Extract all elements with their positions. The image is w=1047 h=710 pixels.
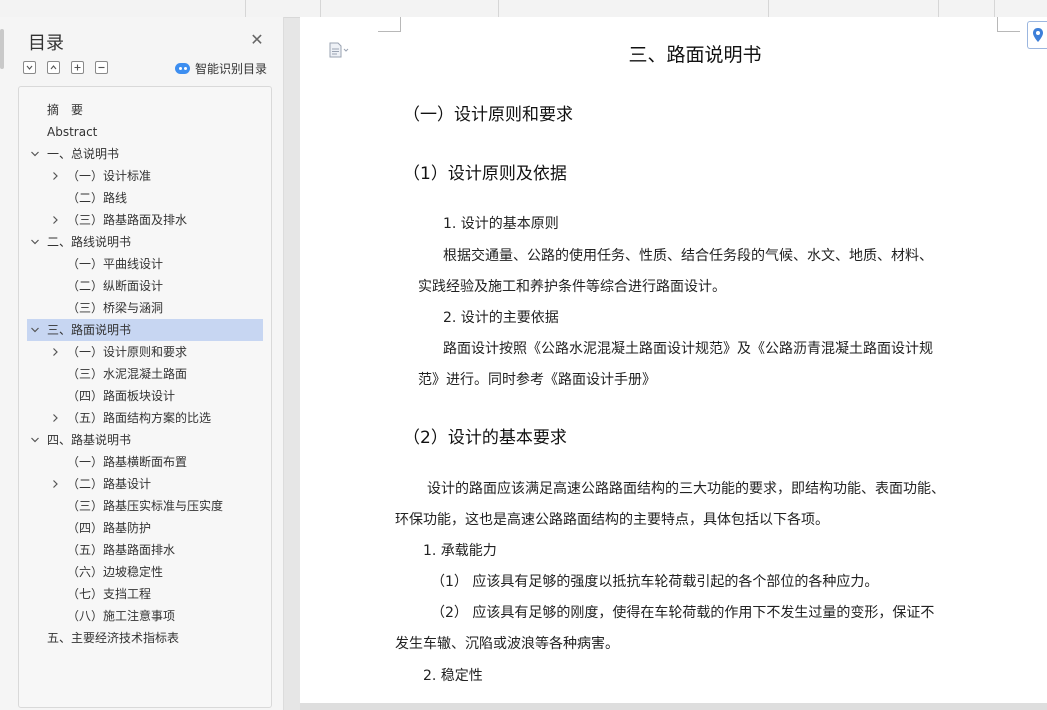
toc-item[interactable]: （四）路基防护 <box>27 517 263 539</box>
toc-item[interactable]: （一）平曲线设计 <box>27 253 263 275</box>
toc-item-label: 一、总说明书 <box>47 147 120 161</box>
toc-item-label: （一）设计标准 <box>67 169 152 183</box>
toc-item[interactable]: （三）路基压实标准与压实度 <box>27 495 263 517</box>
expand-up-icon[interactable] <box>47 61 60 74</box>
toc-item[interactable]: 五、主要经济技术指标表 <box>27 627 263 649</box>
smart-toc-button[interactable]: 智能识别目录 <box>175 60 267 76</box>
toc-item-label: Abstract <box>47 125 98 139</box>
chevron-down-icon[interactable] <box>30 319 40 341</box>
toc-item[interactable]: （一）设计标准 <box>27 165 263 187</box>
toc-item[interactable]: 三、路面说明书 <box>27 319 263 341</box>
toc-item[interactable]: 一、总说明书 <box>27 143 263 165</box>
paragraph-line: 2. 稳定性 <box>423 668 483 684</box>
toc-item-label: （三）路基路面及排水 <box>67 213 188 227</box>
toc-item[interactable]: （五）路基路面排水 <box>27 539 263 561</box>
toc-item-label: （二）纵断面设计 <box>67 279 164 293</box>
toc-item-label: （三）桥梁与涵洞 <box>67 301 164 315</box>
chevron-right-icon[interactable] <box>50 165 60 187</box>
toc-item-label: （七）支挡工程 <box>67 587 152 601</box>
paragraph-line: （1） 应该具有足够的强度以抵抗车轮荷载引起的各个部位的各种应力。 <box>431 574 879 590</box>
paragraph-line: 实践经验及施工和养护条件等综合进行路面设计。 <box>418 279 726 295</box>
toc-item[interactable]: （六）边坡稳定性 <box>27 561 263 583</box>
top-toolbar-strip <box>0 0 1047 18</box>
close-icon[interactable]: ✕ <box>248 31 266 49</box>
toc-item[interactable]: 摘 要 <box>27 99 263 121</box>
chevron-right-icon[interactable] <box>50 341 60 363</box>
toc-item[interactable]: （一）设计原则和要求 <box>27 341 263 363</box>
toc-pane: 目录 ✕ 智能识别目录 摘 要 Abstract 一、总说明书 （一）设计标准 （二）路… <box>0 17 284 710</box>
toc-item[interactable]: （三）桥梁与涵洞 <box>27 297 263 319</box>
toc-item-label: （三）水泥混凝土路面 <box>67 367 188 381</box>
chevron-down-icon[interactable] <box>30 231 40 253</box>
toc-item-label: （五）路基路面排水 <box>67 543 176 557</box>
paragraph-line: 2. 设计的主要依据 <box>443 310 559 326</box>
toc-item-label: 三、路面说明书 <box>47 323 132 337</box>
toc-item-label: 二、路线说明书 <box>47 235 132 249</box>
page-corner-mark <box>997 17 1020 32</box>
toc-item-label: 摘 要 <box>47 103 84 117</box>
document-page[interactable]: 三、路面说明书 （一）设计原则和要求 （1）设计原则及依据 1. 设计的基本原则根据交… <box>300 17 1047 710</box>
toc-item[interactable]: （五）路面结构方案的比选 <box>27 407 263 429</box>
collapse-all-icon[interactable] <box>23 61 36 74</box>
toc-item-label: 五、主要经济技术指标表 <box>47 631 180 645</box>
toc-list: 摘 要 Abstract 一、总说明书 （一）设计标准 （二）路线 （三）路基路面及排水二… <box>18 86 272 708</box>
toc-item[interactable]: （二）路基设计 <box>27 473 263 495</box>
paragraph-line: 根据交通量、公路的使用任务、性质、结合任务段的气候、水文、地质、材料、 <box>443 248 933 264</box>
chevron-right-icon[interactable] <box>50 209 60 231</box>
heading: （2）设计的基本要求 <box>403 428 567 448</box>
paragraph-line: 范》进行。同时参考《路面设计手册》 <box>418 372 656 388</box>
horizontal-scrollbar[interactable] <box>300 703 1047 710</box>
paragraph-line: 发生车辙、沉陷或波浪等各种病害。 <box>395 636 619 652</box>
toc-title: 目录 <box>28 33 64 54</box>
heading: （一）设计原则和要求 <box>403 105 573 125</box>
toc-item[interactable]: （八）施工注意事项 <box>27 605 263 627</box>
heading: 三、路面说明书 <box>628 44 762 66</box>
toc-item[interactable]: （四）路面板块设计 <box>27 385 263 407</box>
paragraph-line: 设计的路面应该满足高速公路路面结构的三大功能的要求，即结构功能、表面功能、 <box>427 481 945 497</box>
toc-item-label: （三）路基压实标准与压实度 <box>67 499 224 513</box>
toc-item-label: （八）施工注意事项 <box>67 609 176 623</box>
chevron-right-icon[interactable] <box>50 473 60 495</box>
paragraph-line: （2） 应该具有足够的刚度，使得在车轮荷载的作用下不发生过量的变形，保证不 <box>431 605 935 621</box>
toc-item-label: （二）路基设计 <box>67 477 152 491</box>
ai-robot-icon <box>175 62 190 74</box>
toc-item[interactable]: （三）路基路面及排水 <box>27 209 263 231</box>
paragraph-line: 路面设计按照《公路水泥混凝土路面设计规范》及《公路沥青混凝土路面设计规 <box>443 341 933 357</box>
toc-item[interactable]: Abstract <box>27 121 263 143</box>
heading: （1）设计原则及依据 <box>403 164 567 184</box>
toc-item-label: （一）设计原则和要求 <box>67 345 188 359</box>
smart-toc-label: 智能识别目录 <box>195 61 268 76</box>
chevron-down-icon[interactable] <box>30 429 40 451</box>
document-area: 三、路面说明书 （一）设计原则和要求 （1）设计原则及依据 1. 设计的基本原则根据交… <box>300 17 1047 710</box>
toc-item-label: （四）路基防护 <box>67 521 152 535</box>
toc-item[interactable]: 二、路线说明书 <box>27 231 263 253</box>
toc-item[interactable]: （三）水泥混凝土路面 <box>27 363 263 385</box>
toc-item[interactable]: （二）纵断面设计 <box>27 275 263 297</box>
toc-item-label: （一）平曲线设计 <box>67 257 164 271</box>
toc-item[interactable]: 四、路基说明书 <box>27 429 263 451</box>
remove-heading-icon[interactable] <box>95 61 108 74</box>
toc-item-label: （四）路面板块设计 <box>67 389 176 403</box>
toc-item-label: （六）边坡稳定性 <box>67 565 164 579</box>
chevron-down-icon[interactable] <box>30 143 40 165</box>
toc-item[interactable]: （二）路线 <box>27 187 263 209</box>
toc-item-label: （二）路线 <box>67 191 128 205</box>
chevron-right-icon[interactable] <box>50 407 60 429</box>
paragraph-line: 1. 承载能力 <box>423 543 497 559</box>
toc-item-label: （五）路面结构方案的比选 <box>67 411 212 425</box>
page-corner-mark <box>378 17 401 32</box>
pane-resize-handle[interactable] <box>0 29 4 69</box>
add-heading-icon[interactable] <box>71 61 84 74</box>
toc-item[interactable]: （七）支挡工程 <box>27 583 263 605</box>
toc-item-label: （一）路基横断面布置 <box>67 455 188 469</box>
paragraph-line: 1. 设计的基本原则 <box>443 216 559 232</box>
toc-item-label: 四、路基说明书 <box>47 433 132 447</box>
paragraph-line: 环保功能，这也是高速公路路面结构的主要特点，具体包括以下各项。 <box>395 512 829 528</box>
toc-item[interactable]: （一）路基横断面布置 <box>27 451 263 473</box>
